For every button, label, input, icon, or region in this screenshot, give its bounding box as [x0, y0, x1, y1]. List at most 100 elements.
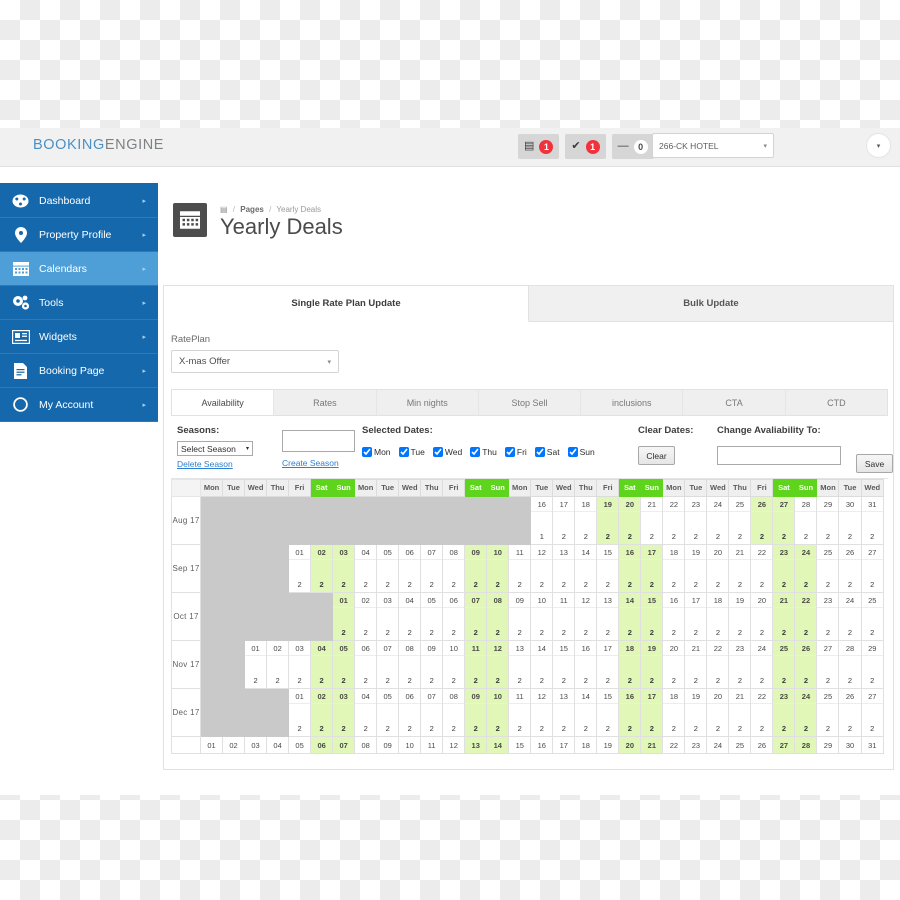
- calendar-day-cell[interactable]: 25: [728, 736, 752, 754]
- calendar-day-cell[interactable]: 14 2: [574, 688, 598, 737]
- sidebar-item-calendars[interactable]: Calendars ▸: [0, 252, 158, 286]
- calendar-day-cell[interactable]: 22 2: [750, 544, 774, 593]
- calendar-day-cell[interactable]: 02: [222, 736, 246, 754]
- calendar-day-cell[interactable]: 21 2: [684, 640, 708, 689]
- calendar-day-cell[interactable]: 09 2: [464, 688, 488, 737]
- calendar-day-cell[interactable]: 16: [530, 736, 554, 754]
- calendar-day-cell[interactable]: 29 2: [860, 640, 884, 689]
- calendar-day-cell[interactable]: 26 2: [750, 496, 774, 545]
- calendar-day-cell[interactable]: 12 2: [530, 544, 554, 593]
- calendar-day-cell[interactable]: 02 2: [310, 688, 334, 737]
- weekday-checkbox-input[interactable]: [534, 447, 545, 457]
- calendar-day-cell[interactable]: 25 2: [728, 496, 752, 545]
- tab-stop-sell[interactable]: Stop Sell: [479, 390, 582, 415]
- badge-calendar[interactable]: ▤ 1: [518, 134, 560, 159]
- calendar-day-cell[interactable]: 23 2: [772, 544, 796, 593]
- season-select[interactable]: Select Season ▾: [177, 441, 253, 456]
- calendar-day-cell[interactable]: 16 2: [662, 592, 686, 641]
- calendar-day-cell[interactable]: 25 2: [816, 544, 840, 593]
- calendar-day-cell[interactable]: 13 2: [596, 592, 620, 641]
- calendar-day-cell[interactable]: 22 2: [706, 640, 730, 689]
- calendar-day-cell[interactable]: 18 2: [706, 592, 730, 641]
- calendar-day-cell[interactable]: 21: [640, 736, 664, 754]
- calendar-day-cell[interactable]: 05 2: [420, 592, 444, 641]
- calendar-day-cell[interactable]: 24: [706, 736, 730, 754]
- calendar-day-cell[interactable]: 03 2: [332, 688, 356, 737]
- weekday-checkbox-input[interactable]: [432, 447, 443, 457]
- calendar-day-cell[interactable]: 03 2: [376, 592, 400, 641]
- weekday-checkbox-input[interactable]: [398, 447, 409, 457]
- calendar-day-cell[interactable]: 11: [420, 736, 444, 754]
- weekday-checkbox-input[interactable]: [362, 447, 372, 457]
- calendar-day-cell[interactable]: 05 2: [332, 640, 356, 689]
- weekday-checkbox-tue[interactable]: Tue: [398, 447, 425, 457]
- calendar-day-cell[interactable]: 08 2: [398, 640, 422, 689]
- tab-single-rate-plan-update[interactable]: Single Rate Plan Update: [164, 286, 529, 322]
- calendar-day-cell[interactable]: 03: [244, 736, 268, 754]
- calendar-day-cell[interactable]: 16 2: [618, 688, 642, 737]
- weekday-checkbox-input[interactable]: [470, 447, 481, 457]
- weekday-checkbox-fri[interactable]: Fri: [504, 447, 527, 457]
- calendar-day-cell[interactable]: 09 2: [464, 544, 488, 593]
- calendar-day-cell[interactable]: 16 2: [574, 640, 598, 689]
- calendar-day-cell[interactable]: 10 2: [530, 592, 554, 641]
- calendar-day-cell[interactable]: 09 2: [420, 640, 444, 689]
- calendar-day-cell[interactable]: 12 2: [574, 592, 598, 641]
- tab-inclusions[interactable]: inclusions: [581, 390, 684, 415]
- calendar-day-cell[interactable]: 11 2: [464, 640, 488, 689]
- calendar-day-cell[interactable]: 05: [288, 736, 312, 754]
- calendar-day-cell[interactable]: 25 2: [860, 592, 884, 641]
- calendar-day-cell[interactable]: 11 2: [552, 592, 576, 641]
- calendar-day-cell[interactable]: 13: [464, 736, 488, 754]
- calendar-day-cell[interactable]: 04 2: [354, 688, 378, 737]
- calendar-day-cell[interactable]: 12: [442, 736, 466, 754]
- weekday-checkbox-input[interactable]: [504, 447, 515, 457]
- calendar-day-cell[interactable]: 24 2: [794, 544, 818, 593]
- calendar-day-cell[interactable]: 19 2: [684, 544, 708, 593]
- calendar-day-cell[interactable]: 15 2: [596, 688, 620, 737]
- account-menu-button[interactable]: ▾: [866, 133, 891, 158]
- calendar-day-cell[interactable]: 06 2: [398, 688, 422, 737]
- create-season-link[interactable]: Create Season: [282, 458, 355, 468]
- badge-check[interactable]: ✔ 1: [565, 134, 606, 159]
- calendar-day-cell[interactable]: 21 2: [728, 688, 752, 737]
- calendar-day-cell[interactable]: 06 2: [398, 544, 422, 593]
- calendar-day-cell[interactable]: 03 2: [332, 544, 356, 593]
- calendar-day-cell[interactable]: 10 2: [486, 544, 510, 593]
- calendar-day-cell[interactable]: 06 2: [442, 592, 466, 641]
- sidebar-item-my-account[interactable]: My Account ▸: [0, 388, 158, 422]
- tab-rates[interactable]: Rates: [274, 390, 377, 415]
- calendar-day-cell[interactable]: 07: [332, 736, 356, 754]
- calendar-day-cell[interactable]: 18 2: [574, 496, 598, 545]
- calendar-day-cell[interactable]: 05 2: [376, 544, 400, 593]
- calendar-day-cell[interactable]: 27 2: [860, 688, 884, 737]
- calendar-day-cell[interactable]: 08 2: [486, 592, 510, 641]
- calendar-day-cell[interactable]: 26 2: [838, 688, 862, 737]
- calendar-day-cell[interactable]: 19 2: [596, 496, 620, 545]
- calendar-day-cell[interactable]: 26 2: [838, 544, 862, 593]
- weekday-checkbox-sat[interactable]: Sat: [534, 447, 560, 457]
- calendar-day-cell[interactable]: 20 2: [750, 592, 774, 641]
- calendar-day-cell[interactable]: 17 2: [552, 496, 576, 545]
- calendar-day-cell[interactable]: 22 2: [662, 496, 686, 545]
- calendar-day-cell[interactable]: 18 2: [662, 688, 686, 737]
- calendar-day-cell[interactable]: 21 2: [772, 592, 796, 641]
- calendar-day-cell[interactable]: 07 2: [376, 640, 400, 689]
- home-icon[interactable]: ▤: [220, 205, 228, 214]
- sidebar-item-widgets[interactable]: Widgets ▸: [0, 320, 158, 354]
- calendar-day-cell[interactable]: 16 2: [618, 544, 642, 593]
- calendar-day-cell[interactable]: 01 2: [332, 592, 356, 641]
- calendar-day-cell[interactable]: 10: [398, 736, 422, 754]
- calendar-day-cell[interactable]: 09: [376, 736, 400, 754]
- calendar-day-cell[interactable]: 23 2: [728, 640, 752, 689]
- calendar-day-cell[interactable]: 24 2: [838, 592, 862, 641]
- calendar-day-cell[interactable]: 17 2: [684, 592, 708, 641]
- calendar-day-cell[interactable]: 30 2: [838, 496, 862, 545]
- sidebar-item-tools[interactable]: Tools ▸: [0, 286, 158, 320]
- calendar-day-cell[interactable]: 08 2: [442, 688, 466, 737]
- calendar-day-cell[interactable]: 29: [816, 736, 840, 754]
- calendar-day-cell[interactable]: 27 2: [816, 640, 840, 689]
- calendar-day-cell[interactable]: 18 2: [618, 640, 642, 689]
- calendar-day-cell[interactable]: 06 2: [354, 640, 378, 689]
- breadcrumb-pages[interactable]: Pages: [240, 205, 264, 214]
